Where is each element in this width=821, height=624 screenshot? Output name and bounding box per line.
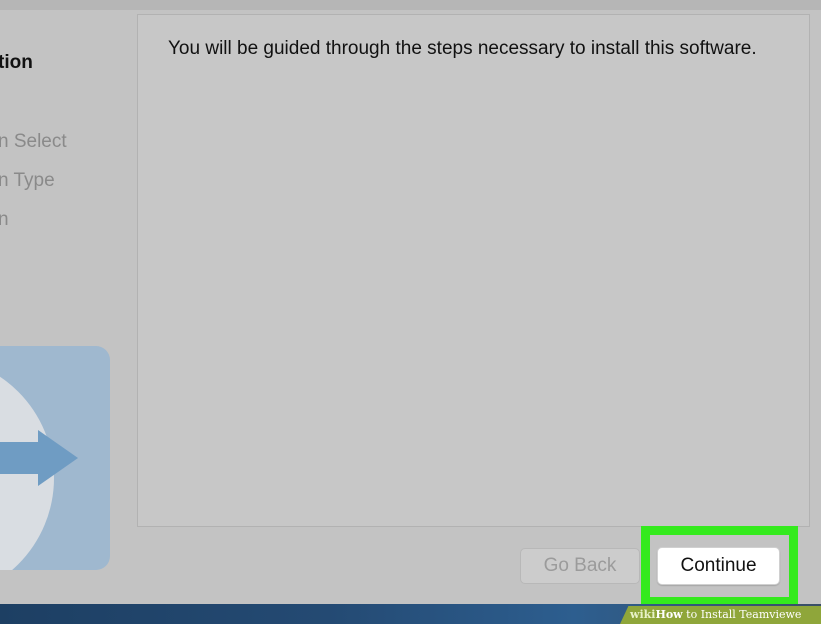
step-installation: n (0, 209, 9, 230)
installer-window: tion n Select n Type n You will be guide… (0, 0, 821, 606)
continue-button[interactable]: Continue (657, 547, 780, 585)
step-installation-type: n Type (0, 170, 55, 191)
teamviewer-arrow-icon (0, 430, 78, 486)
wikihow-watermark-text: wikiHow to Install Teamviewe (630, 606, 801, 624)
watermark-title: to Install Teamviewe (682, 608, 802, 621)
step-destination-select: n Select (0, 131, 67, 152)
watermark-wiki: wiki (630, 608, 656, 621)
watermark-how: How (655, 608, 683, 621)
installer-step-sidebar: tion n Select n Type n (0, 0, 130, 604)
intro-text: You will be guided through the steps nec… (168, 38, 757, 59)
app-logo-tile (0, 346, 110, 570)
go-back-button[interactable]: Go Back (520, 548, 640, 584)
step-introduction: tion (0, 52, 33, 73)
content-panel: You will be guided through the steps nec… (137, 14, 810, 527)
